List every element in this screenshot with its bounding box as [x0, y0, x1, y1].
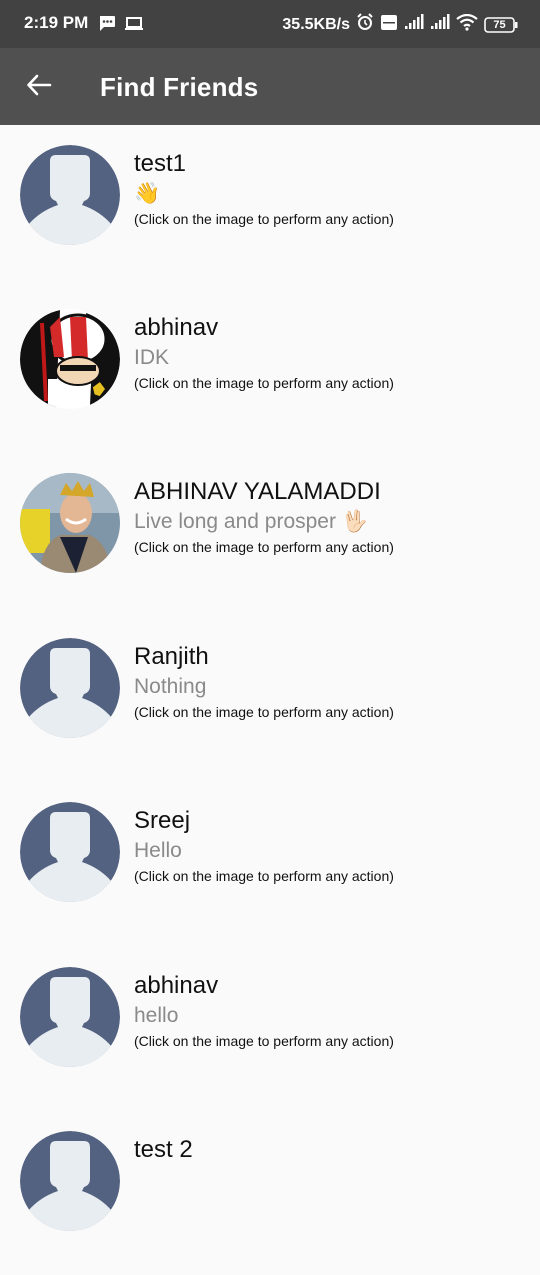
friend-name: abhinav [134, 972, 219, 999]
cartoon-profile-image[interactable] [20, 309, 120, 409]
friend-hint: (Click on the image to perform any actio… [134, 704, 394, 720]
default-profile-icon[interactable] [20, 967, 120, 1067]
status-time: 2:19 PM [24, 13, 89, 32]
friend-name: abhinav [134, 314, 219, 341]
signal-icon [430, 14, 450, 35]
friend-hint: (Click on the image to perform any actio… [134, 211, 394, 227]
arrow-left-icon [26, 74, 52, 101]
network-speed: 35.5KB/s [282, 15, 350, 33]
friend-list-item[interactable]: abhinav hello (Click on the image to per… [0, 947, 540, 1111]
friend-status: Live long and prosper 🖖🏻 [134, 510, 368, 533]
friend-name: Ranjith [134, 643, 209, 670]
message-icon [98, 15, 116, 37]
friend-hint: (Click on the image to perform any actio… [134, 539, 394, 555]
app-bar: Find Friends [0, 48, 540, 125]
default-profile-icon[interactable] [20, 638, 120, 738]
friend-name: test1 [134, 150, 187, 177]
default-profile-icon[interactable] [20, 1131, 120, 1231]
friend-list-item[interactable]: ABHINAV YALAMADDI Live long and prosper … [0, 453, 540, 617]
friend-status: 👋 [134, 182, 161, 205]
friend-list-item[interactable]: Ranjith Nothing (Click on the image to p… [0, 618, 540, 782]
friend-list-item[interactable]: abhinav IDK (Click on the image to perfo… [0, 289, 540, 453]
friend-list-item[interactable]: test 2 [0, 1111, 540, 1275]
friend-hint: (Click on the image to perform any actio… [134, 868, 394, 884]
photo-profile-image[interactable] [20, 473, 120, 573]
battery-level: 75 [493, 18, 506, 31]
status-bar: 2:19 PM 35.5KB/s 75 [0, 0, 540, 48]
friend-status: IDK [134, 346, 170, 369]
volte-icon [380, 14, 398, 36]
default-profile-icon[interactable] [20, 802, 120, 902]
friend-status: hello [134, 1004, 179, 1027]
battery-icon: 75 [484, 16, 518, 33]
page-title: Find Friends [100, 72, 259, 102]
default-profile-icon[interactable] [20, 145, 120, 245]
wifi-icon [456, 13, 478, 36]
friend-list-item[interactable]: test1 👋 (Click on the image to perform a… [0, 125, 540, 289]
friend-hint: (Click on the image to perform any actio… [134, 375, 394, 391]
back-button[interactable] [18, 66, 60, 108]
friend-name: Sreej [134, 807, 191, 834]
alarm-icon [356, 13, 374, 36]
friend-name: ABHINAV YALAMADDI [134, 478, 381, 505]
friend-status: Hello [134, 839, 182, 862]
friend-name: test 2 [134, 1136, 193, 1163]
friend-status: Nothing [134, 675, 207, 698]
signal-icon [404, 14, 424, 35]
laptop-icon [124, 16, 144, 37]
friend-list-item[interactable]: Sreej Hello (Click on the image to perfo… [0, 782, 540, 946]
friend-hint: (Click on the image to perform any actio… [134, 1033, 394, 1049]
